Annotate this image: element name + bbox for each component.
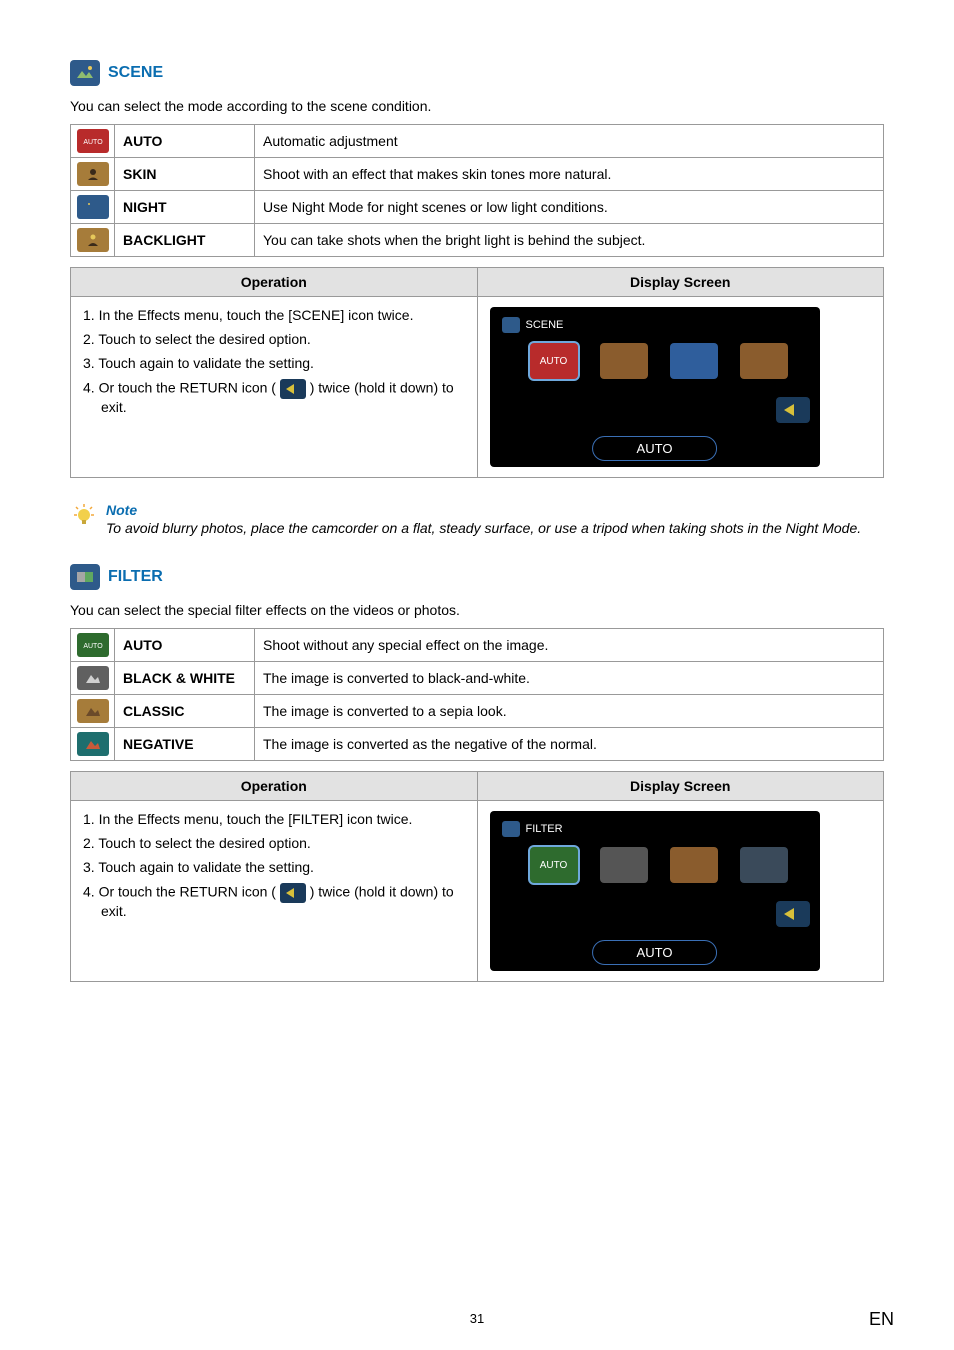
step: 2. Touch to select the desired option. [83,331,465,347]
filter-desc: You can select the special filter effect… [70,602,884,618]
display-screen-header: Display Screen [477,772,884,801]
filter-heading: FILTER [70,564,884,590]
operation-cell: 1. In the Effects menu, touch the [SCENE… [71,297,478,478]
return-button[interactable] [776,397,810,423]
filter-section-icon [70,564,100,590]
mode-pill: AUTO [592,436,718,461]
screen-header: FILTER [502,821,808,837]
mode-desc: The image is converted as the negative o… [255,728,884,761]
lightbulb-icon [70,502,98,530]
mode-desc: Automatic adjustment [255,125,884,158]
operation-header: Operation [71,268,478,297]
table-row: CLASSIC The image is converted to a sepi… [71,695,884,728]
screen-label: FILTER [526,823,563,835]
screen-label: SCENE [526,319,564,331]
step-text: 4. Or touch the RETURN icon ( [83,884,280,900]
scene-modes-table: AUTO AUTO Automatic adjustment SKIN Shoo… [70,124,884,257]
classic-icon [77,699,109,723]
bw-tile[interactable] [600,847,648,883]
backlight-icon [77,228,109,252]
filter-screen-icon [502,821,520,837]
scene-desc: You can select the mode according to the… [70,98,884,114]
bw-icon [77,666,109,690]
skin-tile[interactable] [600,343,648,379]
step: 3. Touch again to validate the setting. [83,859,465,875]
note-text: To avoid blurry photos, place the camcor… [106,520,861,536]
scene-heading: SCENE [70,60,884,86]
auto-tile[interactable]: AUTO [530,847,578,883]
mode-desc: The image is converted to a sepia look. [255,695,884,728]
step: 4. Or touch the RETURN icon ( ) twice (h… [83,379,465,415]
return-icon [280,883,306,903]
step: 4. Or touch the RETURN icon ( ) twice (h… [83,883,465,919]
svg-text:AUTO: AUTO [83,139,103,146]
mode-desc: Shoot with an effect that makes skin ton… [255,158,884,191]
table-row: SKIN Shoot with an effect that makes ski… [71,158,884,191]
filter-title: FILTER [108,568,163,586]
night-icon [77,195,109,219]
scene-title: SCENE [108,64,163,82]
svg-text:AUTO: AUTO [83,643,103,650]
return-button[interactable] [776,901,810,927]
mode-label: CLASSIC [115,695,255,728]
auto-tile[interactable]: AUTO [530,343,578,379]
classic-tile[interactable] [670,847,718,883]
filter-modes-table: AUTO AUTO Shoot without any special effe… [70,628,884,761]
mode-label: NIGHT [115,191,255,224]
mode-desc: Shoot without any special effect on the … [255,629,884,662]
table-row: NIGHT Use Night Mode for night scenes or… [71,191,884,224]
mode-label: NEGATIVE [115,728,255,761]
auto-icon: AUTO [77,129,109,153]
mode-desc: You can take shots when the bright light… [255,224,884,257]
step-text: 4. Or touch the RETURN icon ( [83,380,280,396]
backlight-tile[interactable] [740,343,788,379]
mode-label: BACKLIGHT [115,224,255,257]
skin-icon [77,162,109,186]
note-title: Note [106,502,861,518]
step: 2. Touch to select the desired option. [83,835,465,851]
mode-label: BLACK & WHITE [115,662,255,695]
mode-desc: The image is converted to black-and-whit… [255,662,884,695]
table-row: NEGATIVE The image is converted as the n… [71,728,884,761]
display-cell: SCENE AUTO AUTO [477,297,884,478]
note-block: Note To avoid blurry photos, place the c… [70,502,884,536]
scene-operation-table: Operation Display Screen 1. In the Effec… [70,267,884,478]
table-row: BACKLIGHT You can take shots when the br… [71,224,884,257]
filter-screen: FILTER AUTO AUTO [490,811,820,971]
table-row: AUTO AUTO Shoot without any special effe… [71,629,884,662]
scene-section-icon [70,60,100,86]
mode-label: AUTO [115,629,255,662]
page-number: 31 [470,1311,484,1326]
negative-tile[interactable] [740,847,788,883]
screen-header: SCENE [502,317,808,333]
table-row: BLACK & WHITE The image is converted to … [71,662,884,695]
night-tile[interactable] [670,343,718,379]
operation-header: Operation [71,772,478,801]
table-row: AUTO AUTO Automatic adjustment [71,125,884,158]
step: 3. Touch again to validate the setting. [83,355,465,371]
display-screen-header: Display Screen [477,268,884,297]
language-label: EN [869,1309,894,1330]
step: 1. In the Effects menu, touch the [FILTE… [83,811,465,827]
mode-desc: Use Night Mode for night scenes or low l… [255,191,884,224]
mode-label: SKIN [115,158,255,191]
mode-label: AUTO [115,125,255,158]
display-cell: FILTER AUTO AUTO [477,801,884,982]
scene-screen-icon [502,317,520,333]
scene-screen: SCENE AUTO AUTO [490,307,820,467]
return-icon [280,379,306,399]
filter-operation-table: Operation Display Screen 1. In the Effec… [70,771,884,982]
auto-filter-icon: AUTO [77,633,109,657]
operation-cell: 1. In the Effects menu, touch the [FILTE… [71,801,478,982]
step: 1. In the Effects menu, touch the [SCENE… [83,307,465,323]
negative-icon [77,732,109,756]
mode-pill: AUTO [592,940,718,965]
